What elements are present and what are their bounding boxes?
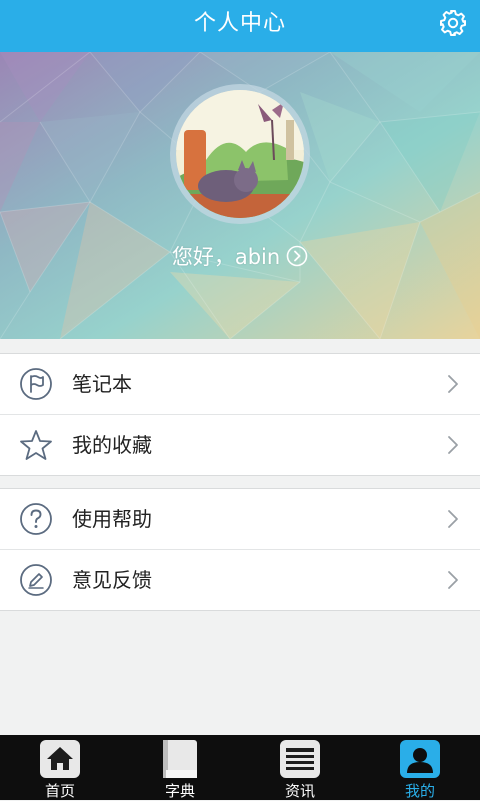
person-icon xyxy=(400,740,440,778)
help-icon xyxy=(20,503,52,535)
book-icon xyxy=(163,740,197,778)
star-icon xyxy=(20,430,52,460)
tab-label: 资讯 xyxy=(284,782,315,800)
menu-group-support: 使用帮助 意见反馈 xyxy=(0,488,480,611)
greeting-text: 您好，abin xyxy=(171,245,281,269)
profile-banner: 您好，abin xyxy=(0,52,480,339)
menu-group-notes: 笔记本 我的收藏 xyxy=(0,353,480,476)
menu-item-label: 使用帮助 xyxy=(72,507,152,531)
chevron-right-icon xyxy=(448,375,458,393)
tab-home[interactable]: 首页 xyxy=(0,735,120,800)
chevron-circle-icon xyxy=(286,245,308,267)
home-icon xyxy=(40,740,80,778)
greeting-link[interactable]: 您好，abin xyxy=(0,238,480,274)
tab-label: 我的 xyxy=(404,782,435,800)
page-title: 个人中心 xyxy=(193,11,286,36)
avatar[interactable] xyxy=(176,90,304,218)
chevron-right-icon xyxy=(448,510,458,528)
chevron-right-icon xyxy=(448,436,458,454)
tab-dictionary[interactable]: 字典 xyxy=(120,735,240,800)
menu-item-notebook[interactable]: 笔记本 xyxy=(0,354,480,414)
avatar-image xyxy=(176,90,304,218)
menu-item-favorites[interactable]: 我的收藏 xyxy=(0,414,480,475)
tab-label: 字典 xyxy=(164,782,195,800)
bottom-tab-bar: 首页 字典 资讯 我的 xyxy=(0,735,480,800)
menu-item-feedback[interactable]: 意见反馈 xyxy=(0,549,480,610)
menu-item-label: 我的收藏 xyxy=(72,433,152,457)
settings-button[interactable] xyxy=(438,8,468,38)
notebook-flag-icon xyxy=(20,368,52,400)
menu-item-label: 意见反馈 xyxy=(72,568,152,592)
tab-label: 首页 xyxy=(44,782,75,800)
gear-icon xyxy=(440,10,466,36)
tab-news[interactable]: 资讯 xyxy=(240,735,360,800)
title-bar: 个人中心 xyxy=(0,0,480,52)
tab-mine[interactable]: 我的 xyxy=(360,735,480,800)
chevron-right-icon xyxy=(448,571,458,589)
feedback-pen-icon xyxy=(20,564,52,596)
menu-item-help[interactable]: 使用帮助 xyxy=(0,489,480,549)
news-icon xyxy=(280,740,320,778)
menu-item-label: 笔记本 xyxy=(72,372,132,396)
